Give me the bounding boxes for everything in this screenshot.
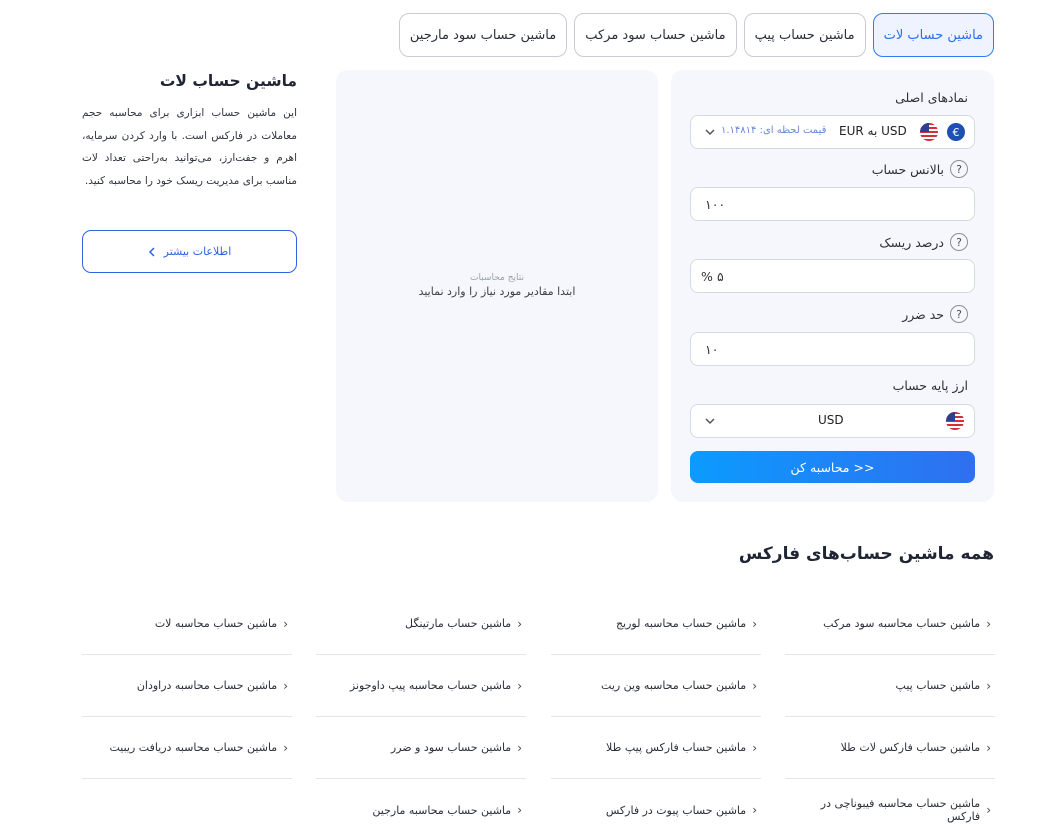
chevron-left-icon: ‹ (752, 740, 757, 755)
more-info-button[interactable]: اطلاعات بیشتر (82, 230, 297, 273)
symbols-label: نمادهای اصلی (895, 90, 968, 105)
chevron-left-icon: ‹ (517, 616, 522, 631)
risk-label: درصد ریسک ? (879, 233, 968, 251)
calculator-link[interactable]: ‹ ماشین حساب فارکس پیپ طلا (551, 717, 761, 779)
chevron-left-icon (148, 246, 155, 257)
calculator-link[interactable]: ‹ ماشین حساب سود و ضرر (316, 717, 526, 779)
info-title: ماشین حساب لات (159, 72, 297, 90)
tab-pip-calculator[interactable]: ماشین حساب پیپ (743, 13, 866, 57)
chevron-left-icon: ‹ (517, 740, 522, 755)
calculator-tabs: ماشین حساب لات ماشین حساب پیپ ماشین حساب… (398, 13, 994, 57)
calculator-link-label: ماشین حساب پیوت در فارکس (605, 803, 747, 817)
results-panel: نتایج محاسبات ابتدا مقادیر مورد نیاز را … (336, 70, 658, 502)
calculator-link[interactable]: ‹ ماشین حساب مارتینگل (316, 593, 526, 655)
calculator-link-label: ماشین حساب فارکس پیپ طلا (606, 741, 747, 754)
chevron-left-icon: ‹ (752, 803, 757, 817)
chevron-left-icon: ‹ (986, 740, 991, 755)
results-title: نتایج محاسبات (470, 273, 524, 283)
calculator-link[interactable]: ‹ ماشین حساب محاسبه فیبوناچی در فارکس (785, 779, 995, 833)
calculator-link[interactable]: ‹ ماشین حساب محاسبه دراودان (82, 655, 292, 717)
question-circle-icon[interactable]: ? (950, 233, 968, 251)
calculator-link-label: ماشین حساب محاسبه وین ریت (601, 679, 747, 692)
balance-input[interactable]: ۱۰۰ (690, 187, 975, 221)
calculator-link[interactable]: ‹ ماشین حساب محاسبه وین ریت (551, 655, 761, 717)
calculator-link-label: ماشین حساب فارکس لات طلا (840, 741, 981, 754)
chevron-left-icon: ‹ (986, 678, 991, 693)
info-panel: ماشین حساب لات این ماشین حساب ابزاری برا… (82, 72, 297, 192)
calculator-link[interactable]: ‹ ماشین حساب محاسبه دریافت ریبیت (82, 717, 292, 779)
calculator-link-label: ماشین حساب پیپ (895, 679, 981, 692)
results-message: ابتدا مقادیر مورد نیاز را وارد نمایید (418, 285, 576, 298)
chevron-left-icon: ‹ (283, 616, 288, 631)
chevron-left-icon: ‹ (283, 740, 288, 755)
balance-label: بالانس حساب ? (872, 160, 968, 178)
tab-margin-calculator[interactable]: ماشین حساب سود مارجین (398, 13, 568, 57)
question-circle-icon[interactable]: ? (950, 160, 968, 178)
chevron-left-icon: ‹ (986, 616, 991, 631)
base-currency-select[interactable]: USD (690, 404, 975, 438)
base-currency-value: USD (818, 413, 844, 427)
chevron-left-icon: ‹ (517, 803, 522, 817)
stoploss-input[interactable]: ۱۰ (690, 332, 975, 366)
chevron-left-icon: ‹ (752, 616, 757, 631)
calculator-link-label: ماشین حساب سود و ضرر (390, 741, 512, 754)
symbol-select[interactable]: قیمت لحظه ای: ۱.۱۴۸۱۴ EUR به USD € (690, 115, 975, 149)
calculator-link-label: ماشین حساب محاسبه پیپ داوجونز (349, 679, 512, 692)
calculator-link[interactable]: ‹ ماشین حساب محاسبه پیپ داوجونز (316, 655, 526, 717)
calculator-link[interactable]: ‹ ماشین حساب پیوت در فارکس (551, 779, 761, 833)
tab-lot-calculator[interactable]: ماشین حساب لات (872, 13, 994, 57)
calculator-link-label: ماشین حساب محاسبه فیبوناچی در فارکس (820, 797, 981, 823)
calculator-link[interactable]: ‹ ماشین حساب محاسبه سود مرکب (785, 593, 995, 655)
base-currency-label: ارز پایه حساب (892, 378, 968, 393)
info-description: این ماشین حساب ابزاری برای محاسبه حجم مع… (82, 107, 297, 187)
calculator-link-label: ماشین حساب محاسبه مارجین (372, 803, 512, 817)
pair-value: EUR به USD (839, 124, 907, 138)
calculator-link-label: ماشین حساب مارتینگل (405, 617, 512, 630)
us-flag-icon (920, 123, 938, 141)
calculator-link-label: ماشین حساب محاسبه لات (154, 617, 278, 630)
chevron-left-icon: ‹ (752, 678, 757, 693)
calculator-link-label: ماشین حساب محاسبه دریافت ریبیت (109, 741, 278, 754)
calculator-link[interactable]: ‹ ماشین حساب محاسبه لات (82, 593, 292, 655)
euro-circle-icon: € (947, 123, 965, 141)
chevron-down-icon (705, 129, 715, 136)
calculator-link[interactable]: ‹ ماشین حساب محاسبه لوریج (551, 593, 761, 655)
chevron-left-icon: ‹ (517, 678, 522, 693)
calculator-link-label: ماشین حساب محاسبه دراودان (136, 679, 278, 692)
calculator-link[interactable]: ‹ ماشین حساب پیپ (785, 655, 995, 717)
percent-unit: % (701, 268, 713, 284)
all-calculators-title: همه ماشین حساب‌های فارکس (738, 544, 994, 564)
question-circle-icon[interactable]: ? (950, 305, 968, 323)
calculator-link-label: ماشین حساب محاسبه لوریج (615, 617, 747, 630)
calculator-link-label: ماشین حساب محاسبه سود مرکب (823, 617, 981, 630)
tab-compound-calculator[interactable]: ماشین حساب سود مرکب (574, 13, 737, 57)
risk-input[interactable]: % ۵ (690, 259, 975, 293)
chevron-left-icon: ‹ (986, 803, 991, 817)
chevron-down-icon (705, 418, 715, 425)
calculator-form: نمادهای اصلی قیمت لحظه ای: ۱.۱۴۸۱۴ EUR ب… (671, 70, 994, 502)
calculator-link[interactable]: ‹ ماشین حساب فارکس لات طلا (785, 717, 995, 779)
calculator-link[interactable]: ‹ ماشین حساب محاسبه مارجین (316, 779, 526, 833)
us-flag-icon (946, 412, 964, 430)
stoploss-label: حد ضرر ? (902, 305, 968, 323)
pair-price: قیمت لحظه ای: ۱.۱۴۸۱۴ (721, 125, 827, 136)
chevron-left-icon: ‹ (283, 678, 288, 693)
calculate-button[interactable]: محاسبه کن >> (690, 451, 975, 483)
